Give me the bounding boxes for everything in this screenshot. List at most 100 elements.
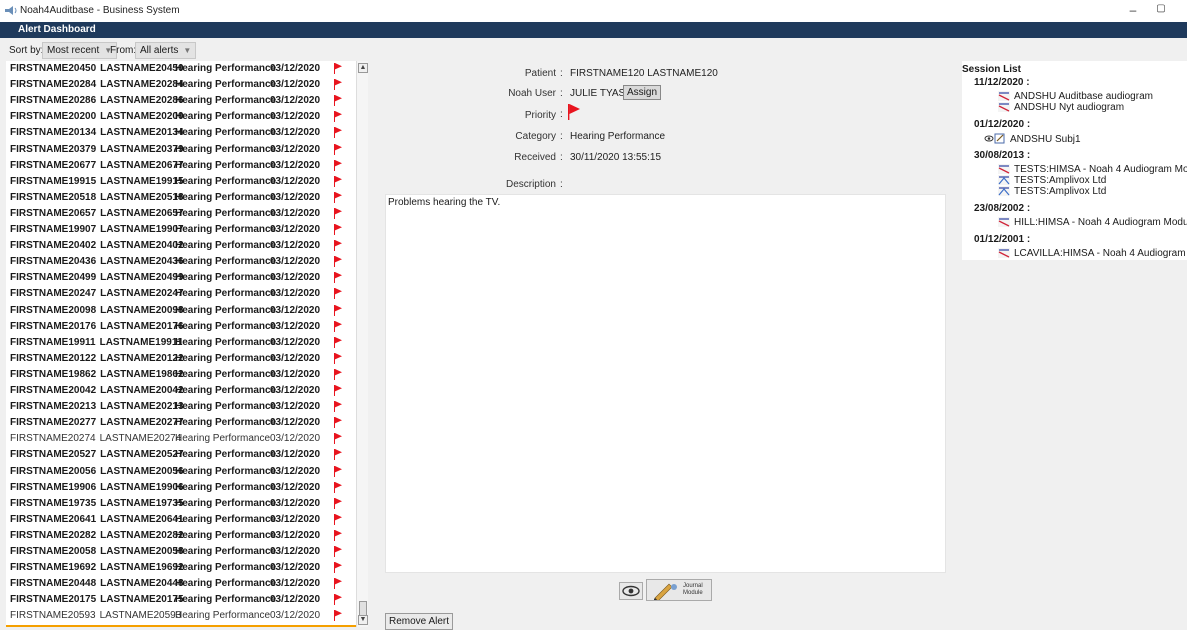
description-textbox[interactable]: Problems hearing the TV. [385,194,946,573]
alert-row[interactable]: FIRSTNAME20657 LASTNAME20657 Hearing Perfo… [6,206,356,222]
alert-category: Hearing Performance [175,288,277,300]
session-item[interactable]: TESTS:Amplivox Ltd [998,186,1106,199]
alert-row[interactable]: FIRSTNAME20134 LASTNAME20134 Hearing Perfo… [6,125,356,141]
priority-label: Priority [524,110,556,121]
session-item[interactable]: HILL:HIMSA - Noah 4 Audiogram Module [998,217,1187,230]
alert-row[interactable]: FIRSTNAME20518 LASTNAME20518 Hearing Perfo… [6,190,356,206]
alert-patient-name: FIRSTNAME20657 LASTNAME20657 [10,208,184,219]
alert-row[interactable]: FIRSTNAME19907 LASTNAME19907 Hearing Perfo… [6,222,356,238]
session-item[interactable]: LCAVILLA:HIMSA - Noah 4 Audiogram Module [998,248,1187,260]
alert-patient-name: FIRSTNAME19915 LASTNAME19915 [10,176,184,187]
alert-row[interactable]: FIRSTNAME19735 LASTNAME19735 Hearing Perfo… [6,496,356,512]
alert-last-name: LASTNAME20436 [100,256,184,268]
field-colon: : [560,109,563,120]
session-item-label: HILL:HIMSA - Noah 4 Audiogram Module [1014,217,1187,228]
alert-patient-name: FIRSTNAME20247 LASTNAME20247 [10,288,184,299]
alert-row[interactable]: FIRSTNAME20175 LASTNAME20175 Hearing Perfo… [6,592,356,608]
minimize-button[interactable]: – [1123,3,1143,17]
alert-patient-name: FIRSTNAME20286 LASTNAME20286 [10,95,184,106]
session-item[interactable]: ANDSHU Subj1 [984,133,1081,147]
alert-row[interactable]: FIRSTNAME20213 LASTNAME20213 Hearing Perfo… [6,399,356,415]
alert-row[interactable]: FIRSTNAME20448 LASTNAME20448 Hearing Perfo… [6,576,356,592]
alert-first-name: FIRSTNAME20277 [10,417,97,429]
alert-category: Hearing Performance [175,79,277,91]
alert-row[interactable]: FIRSTNAME20284 LASTNAME20284 Hearing Perfo… [6,77,356,93]
view-button[interactable] [619,582,643,600]
alert-row[interactable]: FIRSTNAME20056 LASTNAME20056 Hearing Perfo… [6,464,356,480]
alert-row[interactable]: FIRSTNAME20274 LASTNAME20274 Hearing Perfo… [6,431,356,447]
audiogram-icon [998,248,1010,260]
journal-module-button[interactable]: Journal Module [646,579,712,601]
alert-row[interactable]: FIRSTNAME20499 LASTNAME20499 Hearing Perfo… [6,270,356,286]
priority-flag-icon [334,224,342,235]
alert-row[interactable]: FIRSTNAME20379 LASTNAME20379 Hearing Perfo… [6,142,356,158]
alert-first-name: FIRSTNAME20200 [10,111,97,123]
alert-row[interactable]: FIRSTNAME20641 LASTNAME20641 Hearing Perfo… [6,512,356,528]
alert-date: 03/12/2020 [270,224,321,235]
alert-row[interactable]: FIRSTNAME20042 LASTNAME20042 Hearing Perfo… [6,383,356,399]
alert-row[interactable]: FIRSTNAME20122 LASTNAME20122 Hearing Perfo… [6,351,356,367]
alert-first-name: FIRSTNAME20286 [10,95,97,107]
nav-bar: Alert Dashboard [0,22,1187,38]
title-bar: Noah4Auditbase - Business System – ▢ [0,0,1187,22]
alert-row[interactable]: FIRSTNAME20282 LASTNAME20282 Hearing Perfo… [6,528,356,544]
alert-last-name: LASTNAME20402 [100,240,184,252]
from-dropdown[interactable]: All alerts ▼ [135,42,197,59]
priority-flag-icon [334,465,342,477]
alert-row[interactable]: FIRSTNAME20527 LASTNAME20527 Hearing Perfo… [6,447,356,463]
received-label: Received [514,152,556,163]
alert-date: 03/12/2020 [270,594,321,606]
alert-last-name: LASTNAME20277 [100,417,184,429]
alert-row[interactable]: FIRSTNAME20286 LASTNAME20286 Hearing Perfo… [6,93,356,109]
assign-button[interactable]: Assign [623,85,662,100]
priority-flag-icon [334,626,337,627]
alert-row[interactable]: FIRSTNAME20176 LASTNAME20176 Hearing Perfo… [6,319,356,335]
alert-first-name: FIRSTNAME19907 [10,224,97,235]
alert-category: Hearing Performance [175,175,277,187]
alert-row[interactable]: FIRSTNAME20247 LASTNAME20247 Hearing Perfo… [6,286,356,302]
alert-last-name: LASTNAME20527 [100,449,184,461]
scroll-down-icon[interactable]: ▼ [358,615,368,625]
alert-row[interactable]: FIRSTNAME20200 LASTNAME20200 Hearing Perfo… [6,109,356,125]
alert-date: 03/12/2020 [270,159,321,171]
alert-first-name: FIRSTNAME20448 [10,578,97,590]
restore-button[interactable]: ▢ [1151,3,1171,14]
alert-last-name: LASTNAME20058 [100,546,184,557]
alert-row[interactable]: FIRSTNAME20450 LASTNAME20450 Hearing Perfo… [6,61,356,77]
alert-row[interactable]: FIRSTNAME20593 LASTNAME20593 Hearing Perfo… [6,608,356,624]
alert-patient-name: FIRSTNAME19692 LASTNAME19692 [10,562,184,573]
app-logo-icon [5,6,17,15]
alert-row[interactable]: FIRSTNAME20058 LASTNAME20058 Hearing Perfo… [6,544,356,560]
alert-date: 03/12/2020 [270,111,321,123]
alert-row[interactable]: FIRSTNAME120 LASTNAME120Hearing Performan… [6,624,356,627]
alert-row[interactable]: FIRSTNAME20677 LASTNAME20677 Hearing Perfo… [6,158,356,174]
alert-patient-name: FIRSTNAME20593 LASTNAME20593 [10,610,181,621]
tab-alert-dashboard[interactable]: Alert Dashboard [8,24,106,38]
session-date: 01/12/2020 : [974,119,1031,130]
alert-list-scrollbar[interactable]: ▲ ▼ [356,61,368,627]
priority-flag-icon [334,352,342,364]
alert-row[interactable]: FIRSTNAME19911 LASTNAME19911 Hearing Perfo… [6,335,356,351]
alert-category: Hearing Performance [175,562,277,574]
alert-row[interactable]: FIRSTNAME20098 LASTNAME20098 Hearing Perfo… [6,303,356,319]
alert-first-name: FIRSTNAME20247 [10,288,97,300]
scroll-up-icon[interactable]: ▲ [358,63,368,73]
alert-first-name: FIRSTNAME20518 [10,191,97,203]
alert-first-name: FIRSTNAME20527 [10,449,97,461]
alert-patient-name: FIRSTNAME20641 LASTNAME20641 [10,514,184,525]
priority-flag-icon [334,79,342,91]
alert-row[interactable]: FIRSTNAME20277 LASTNAME20277 Hearing Perfo… [6,415,356,431]
sort-dropdown[interactable]: Most recent ▼ [42,42,118,59]
alert-row[interactable]: FIRSTNAME19915 LASTNAME19915 Hearing Perfo… [6,174,356,190]
alert-row[interactable]: FIRSTNAME20436 LASTNAME20436 Hearing Perfo… [6,254,356,270]
alert-row[interactable]: FIRSTNAME20402 LASTNAME20402 Hearing Perfo… [6,238,356,254]
remove-alert-button[interactable]: Remove Alert [385,613,454,630]
alert-category: Hearing Performance [175,465,277,477]
priority-flag-icon [334,594,342,606]
alert-patient-name: FIRSTNAME20277 LASTNAME20277 [10,417,184,428]
alert-row[interactable]: FIRSTNAME19862 LASTNAME19862 Hearing Perfo… [6,367,356,383]
alert-date: 03/12/2020 [270,433,321,445]
session-item[interactable]: ANDSHU Nyt audiogram [998,102,1124,115]
alert-row[interactable]: FIRSTNAME19906 LASTNAME19906 Hearing Perfo… [6,480,356,496]
alert-row[interactable]: FIRSTNAME19692 LASTNAME19692 Hearing Perfo… [6,560,356,576]
